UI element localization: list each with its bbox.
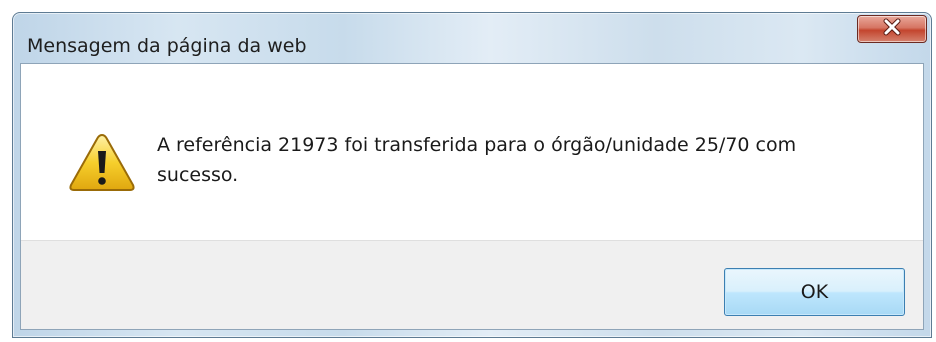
message-dialog: Mensagem da página da web A referência 2…: [12, 12, 932, 338]
button-bar: OK: [21, 240, 923, 329]
warning-icon: [67, 131, 137, 193]
close-button[interactable]: [857, 15, 927, 43]
title-bar[interactable]: Mensagem da página da web: [13, 13, 931, 63]
message-text: A referência 21973 foi transferida para …: [157, 134, 797, 186]
ok-button[interactable]: OK: [724, 268, 905, 316]
close-icon: [881, 18, 903, 40]
dialog-body: A referência 21973 foi transferida para …: [20, 63, 924, 330]
dialog-title: Mensagem da página da web: [27, 35, 307, 57]
message-area: A referência 21973 foi transferida para …: [21, 64, 923, 240]
